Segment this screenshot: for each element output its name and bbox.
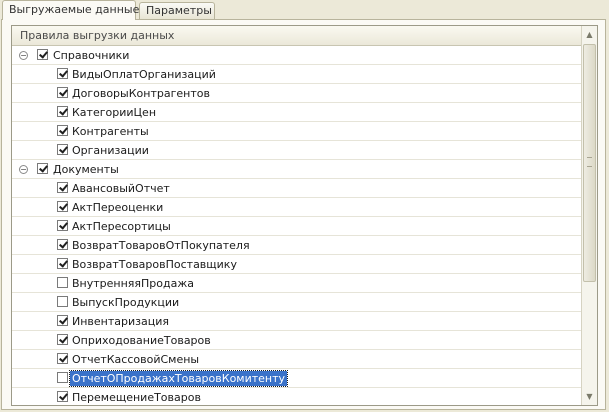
tree-item-row[interactable]: ВыпускПродукции bbox=[12, 293, 581, 312]
item-checkbox[interactable] bbox=[57, 201, 68, 212]
chevron-up-icon[interactable]: ▲ bbox=[583, 28, 596, 41]
tree-item-row[interactable]: ВозвратТоваровПоставщику bbox=[12, 255, 581, 274]
tab-bar: Выгружаемые данные Параметры bbox=[0, 0, 609, 21]
tree-item-row[interactable]: Контрагенты bbox=[12, 122, 581, 141]
vertical-scrollbar[interactable]: ▲ ▼ bbox=[581, 26, 597, 405]
tree-item-row[interactable]: АвансовыйОтчет bbox=[12, 179, 581, 198]
item-label: Контрагенты bbox=[72, 125, 149, 138]
item-checkbox[interactable] bbox=[57, 372, 68, 383]
tree-item-row[interactable]: Инвентаризация bbox=[12, 312, 581, 331]
tab-exported-data[interactable]: Выгружаемые данные bbox=[2, 0, 139, 20]
collapse-minus-icon[interactable]: − bbox=[19, 51, 28, 60]
item-label: АктПереоценки bbox=[72, 201, 164, 214]
item-checkbox[interactable] bbox=[57, 220, 68, 231]
tree-group-row[interactable]: − Документы bbox=[12, 160, 581, 179]
group-label: Документы bbox=[53, 163, 119, 176]
scrollbar-thumb[interactable] bbox=[583, 44, 596, 282]
item-checkbox[interactable] bbox=[57, 68, 68, 79]
item-checkbox[interactable] bbox=[57, 391, 68, 402]
tab-panel: Правила выгрузки данных − Справочники Виды… bbox=[1, 19, 606, 410]
item-label: ПеремещениеТоваров bbox=[72, 391, 201, 404]
column-header-export-rules[interactable]: Правила выгрузки данных bbox=[12, 26, 581, 46]
item-checkbox[interactable] bbox=[57, 125, 68, 136]
item-label: ДоговорыКонтрагентов bbox=[72, 87, 210, 100]
item-label: Инвентаризация bbox=[72, 315, 169, 328]
item-label: ВнутренняяПродажа bbox=[72, 277, 195, 290]
tree-item-row[interactable]: ОтчетОПродажахТоваровКомитенту bbox=[12, 369, 581, 388]
collapse-minus-icon[interactable]: − bbox=[19, 165, 28, 174]
item-checkbox[interactable] bbox=[57, 87, 68, 98]
item-label: ОтчетОПродажахТоваровКомитенту bbox=[68, 370, 289, 387]
tree-group-row[interactable]: − Справочники bbox=[12, 46, 581, 65]
item-checkbox[interactable] bbox=[57, 315, 68, 326]
tab-parameters[interactable]: Параметры bbox=[139, 2, 215, 19]
item-checkbox[interactable] bbox=[57, 182, 68, 193]
item-label: ВозвратТоваровОтПокупателя bbox=[72, 239, 250, 252]
tree-item-row[interactable]: АктПересортицы bbox=[12, 217, 581, 236]
tree-item-row[interactable]: ПеремещениеТоваров bbox=[12, 388, 581, 405]
tree-item-row[interactable]: ОтчетКассовойСмены bbox=[12, 350, 581, 369]
export-rules-tree: Правила выгрузки данных − Справочники Виды… bbox=[11, 25, 598, 406]
item-label: КатегорииЦен bbox=[72, 106, 157, 119]
tree-item-row[interactable]: ДоговорыКонтрагентов bbox=[12, 84, 581, 103]
item-checkbox[interactable] bbox=[57, 258, 68, 269]
item-checkbox[interactable] bbox=[57, 277, 68, 288]
item-checkbox[interactable] bbox=[57, 334, 68, 345]
group-label: Справочники bbox=[53, 49, 130, 62]
chevron-down-icon[interactable]: ▼ bbox=[583, 390, 596, 403]
grip-icon bbox=[587, 157, 592, 167]
item-label: ОтчетКассовойСмены bbox=[72, 353, 200, 366]
item-label: АктПересортицы bbox=[72, 220, 171, 233]
group-checkbox[interactable] bbox=[37, 49, 48, 60]
tree-item-row[interactable]: ОприходованиеТоваров bbox=[12, 331, 581, 350]
item-checkbox[interactable] bbox=[57, 296, 68, 307]
item-label: ВидыОплатОрганизаций bbox=[72, 68, 216, 81]
item-checkbox[interactable] bbox=[57, 239, 68, 250]
tree-item-row[interactable]: ВнутренняяПродажа bbox=[12, 274, 581, 293]
tree-rows: − Справочники ВидыОплатОрганизаций Договоры… bbox=[12, 46, 581, 405]
tree-item-row[interactable]: ВозвратТоваровОтПокупателя bbox=[12, 236, 581, 255]
item-label: АвансовыйОтчет bbox=[72, 182, 170, 195]
item-checkbox[interactable] bbox=[57, 353, 68, 364]
item-checkbox[interactable] bbox=[57, 106, 68, 117]
tree-item-row[interactable]: ВидыОплатОрганизаций bbox=[12, 65, 581, 84]
item-label: ВыпускПродукции bbox=[72, 296, 180, 309]
item-label: ВозвратТоваровПоставщику bbox=[72, 258, 237, 271]
item-checkbox[interactable] bbox=[57, 144, 68, 155]
item-label: Организации bbox=[72, 144, 149, 157]
item-label: ОприходованиеТоваров bbox=[72, 334, 211, 347]
tree-item-row[interactable]: АктПереоценки bbox=[12, 198, 581, 217]
group-checkbox[interactable] bbox=[37, 163, 48, 174]
tree-item-row[interactable]: КатегорииЦен bbox=[12, 103, 581, 122]
tree-item-row[interactable]: Организации bbox=[12, 141, 581, 160]
